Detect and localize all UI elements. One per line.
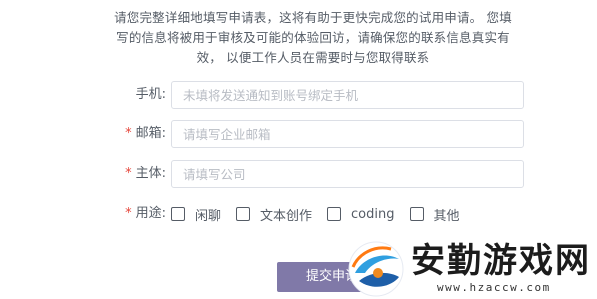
purpose-option-other[interactable]: 其他 (409, 205, 460, 224)
watermark-title: 安勤游戏网 (411, 241, 591, 281)
entity-label-text: 主体: (135, 166, 166, 181)
entity-label: * 主体: (125, 160, 166, 188)
purpose-option-chat[interactable]: 闲聊 (171, 205, 221, 224)
intro-text: 请您完整详细地填写申请表，这将有助于更快完成您的试用申请。 您填 写的信息将被用… (108, 8, 518, 68)
site-logo-icon (348, 241, 404, 297)
purpose-row: * 用途: 闲聊 文本创作 coding 其他 (0, 200, 597, 230)
purpose-options: 闲聊 文本创作 coding 其他 (171, 200, 475, 228)
checkbox[interactable] (327, 207, 342, 221)
purpose-option-writing[interactable]: 文本创作 (236, 205, 312, 224)
checkbox[interactable] (409, 207, 424, 221)
purpose-option-coding[interactable]: coding (327, 206, 395, 222)
email-label: * 邮箱: (125, 120, 166, 148)
checkbox[interactable] (171, 207, 185, 221)
phone-row: 手机: (0, 81, 597, 111)
option-label: 闲聊 (195, 208, 222, 224)
checkbox[interactable] (236, 207, 251, 221)
required-mark: * (125, 206, 132, 221)
option-label: 文本创作 (260, 208, 313, 224)
purpose-label-text: 用途: (135, 206, 166, 221)
phone-field-wrapper (171, 81, 524, 109)
required-mark: * (125, 126, 132, 141)
intro-line-1: 请您完整详细地填写申请表，这将有助于更快完成您的试用申请。 您填 (114, 10, 512, 25)
entity-field-wrapper (171, 160, 524, 188)
option-label: coding (351, 206, 395, 222)
intro-line-3: 效， 以便工作人员在需要时与您取得联系 (196, 50, 430, 65)
email-field-wrapper (171, 120, 524, 148)
intro-line-2: 写的信息将被用于审核及可能的体验回访，请确保您的联系信息真实有 (116, 30, 510, 45)
application-form-page: 请您完整详细地填写申请表，这将有助于更快完成您的试用申请。 您填 写的信息将被用… (0, 0, 597, 299)
email-label-text: 邮箱: (135, 126, 166, 141)
email-row: * 邮箱: (0, 120, 597, 150)
purpose-label: * 用途: (125, 200, 166, 228)
phone-label: 手机: (136, 81, 166, 109)
required-mark: * (125, 166, 132, 181)
phone-label-text: 手机: (135, 87, 166, 102)
company-input[interactable] (172, 161, 513, 187)
phone-input[interactable] (172, 82, 513, 108)
watermark: 安勤游戏网 www.hzaccw.com (345, 237, 597, 299)
email-input[interactable] (172, 121, 513, 147)
entity-row: * 主体: (0, 160, 597, 190)
option-label: 其他 (433, 208, 460, 224)
watermark-url: www.hzaccw.com (437, 281, 551, 294)
